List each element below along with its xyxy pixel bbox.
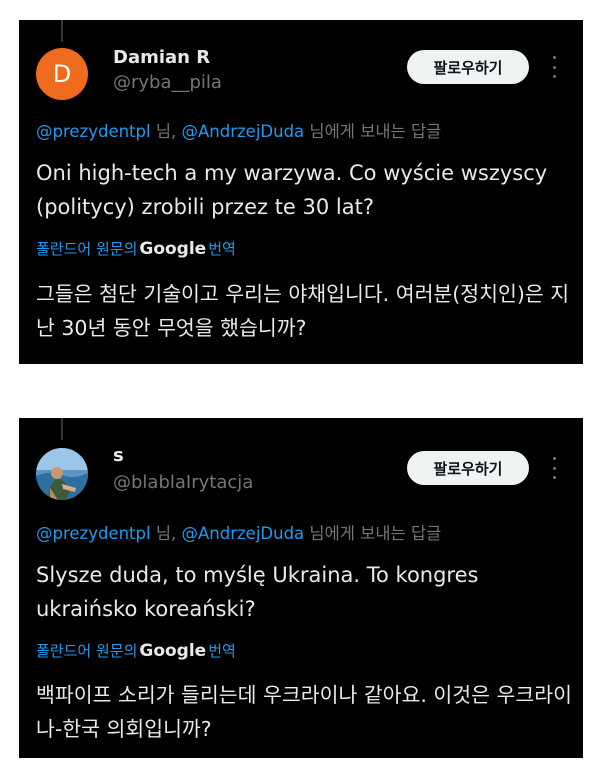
reply-separator: 님, bbox=[150, 122, 182, 141]
mention-link[interactable]: @AndrzejDuda bbox=[182, 524, 305, 543]
reply-suffix: 님에게 보내는 답글 bbox=[304, 122, 442, 141]
thread-line bbox=[61, 20, 63, 42]
follow-button[interactable]: 팔로우하기 bbox=[407, 451, 529, 485]
translated-text: 백파이프 소리가 들리는데 우크라이나 같아요. 이것은 우크라이나-한국 의회… bbox=[36, 683, 572, 741]
tweet-text: Oni high-tech a my warzywa. Co wyście ws… bbox=[36, 161, 548, 219]
google-logo: Google bbox=[139, 640, 207, 661]
translate-suffix: 번역 bbox=[208, 642, 236, 660]
avatar-letter: D bbox=[52, 60, 72, 88]
mention-link[interactable]: @prezydentpl bbox=[36, 524, 151, 543]
reply-separator: 님, bbox=[150, 524, 182, 543]
avatar-photo-icon bbox=[36, 448, 88, 500]
more-options-icon[interactable] bbox=[547, 56, 561, 78]
translate-prefix: 폴란드어 원문의 bbox=[36, 240, 138, 258]
tweet-text: Slysze duda, to myślę Ukraina. To kongre… bbox=[36, 563, 479, 621]
translate-suffix: 번역 bbox=[208, 240, 236, 258]
display-name[interactable]: Damian R bbox=[113, 47, 210, 68]
reply-suffix: 님에게 보내는 답글 bbox=[304, 524, 442, 543]
tweet-card: s @blablaIrytacja 팔로우하기 @prezydentpl 님, … bbox=[19, 418, 583, 758]
mention-link[interactable]: @prezydentpl bbox=[36, 122, 151, 141]
translate-prefix: 폴란드어 원문의 bbox=[36, 642, 138, 660]
user-handle[interactable]: @ryba__pila bbox=[113, 72, 222, 93]
tweet-card: D Damian R @ryba__pila 팔로우하기 @prezydentp… bbox=[19, 20, 583, 364]
reply-context: @prezydentpl 님, @AndrzejDuda 님에게 보내는 답글 bbox=[36, 520, 441, 544]
reply-context: @prezydentpl 님, @AndrzejDuda 님에게 보내는 답글 bbox=[36, 118, 441, 142]
user-handle[interactable]: @blablaIrytacja bbox=[113, 472, 253, 493]
translation-attribution[interactable]: 폴란드어 원문의 Google 번역 bbox=[36, 238, 236, 259]
mention-link[interactable]: @AndrzejDuda bbox=[182, 122, 305, 141]
translation-attribution[interactable]: 폴란드어 원문의 Google 번역 bbox=[36, 640, 236, 661]
thread-line bbox=[61, 418, 63, 440]
google-logo: Google bbox=[139, 238, 207, 259]
more-options-icon[interactable] bbox=[547, 457, 561, 479]
follow-button[interactable]: 팔로우하기 bbox=[407, 50, 529, 84]
translated-text: 그들은 첨단 기술이고 우리는 야채입니다. 여러분(정치인)은 지난 30년 … bbox=[36, 282, 570, 340]
avatar[interactable] bbox=[36, 448, 88, 500]
display-name[interactable]: s bbox=[113, 445, 124, 466]
avatar[interactable]: D bbox=[36, 48, 88, 100]
